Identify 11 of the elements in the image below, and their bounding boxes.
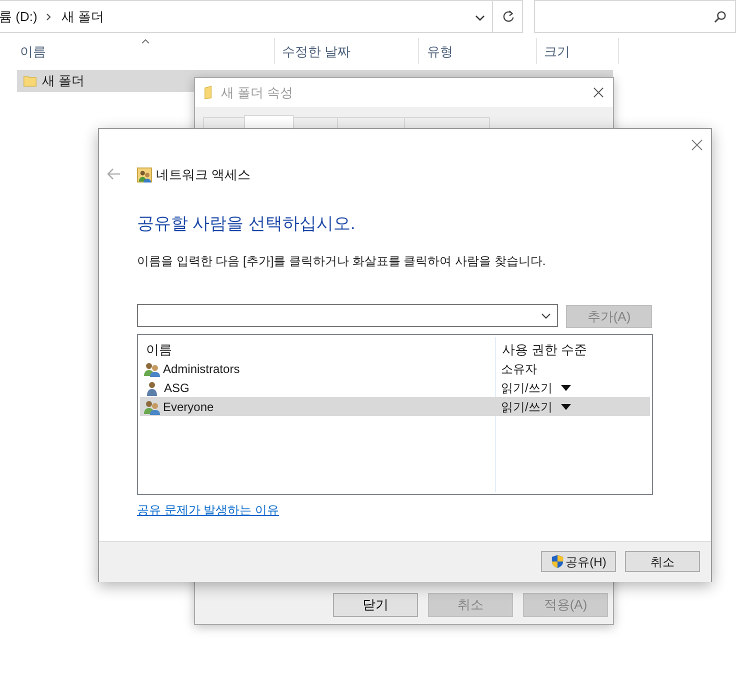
- permission-level: 읽기/쓰기: [501, 398, 552, 416]
- file-name: 새 폴더: [42, 72, 85, 90]
- user-name: Administrators: [163, 360, 240, 378]
- permission-level: 읽기/쓰기: [501, 380, 552, 396]
- permission-level: 소유자: [501, 360, 537, 378]
- user-name: ASG: [164, 380, 190, 396]
- dialog-title: 네트워크 액세스: [156, 166, 251, 184]
- window-title: 새 폴더 속성: [221, 84, 294, 102]
- instruction-text: 이름을 입력한 다음 [추가]를 클릭하거나 화살표를 클릭하여 사람을 찾습니다.: [137, 253, 546, 270]
- user-name: Everyone: [163, 398, 214, 416]
- heading: 공유할 사람을 선택하십시오.: [137, 213, 356, 235]
